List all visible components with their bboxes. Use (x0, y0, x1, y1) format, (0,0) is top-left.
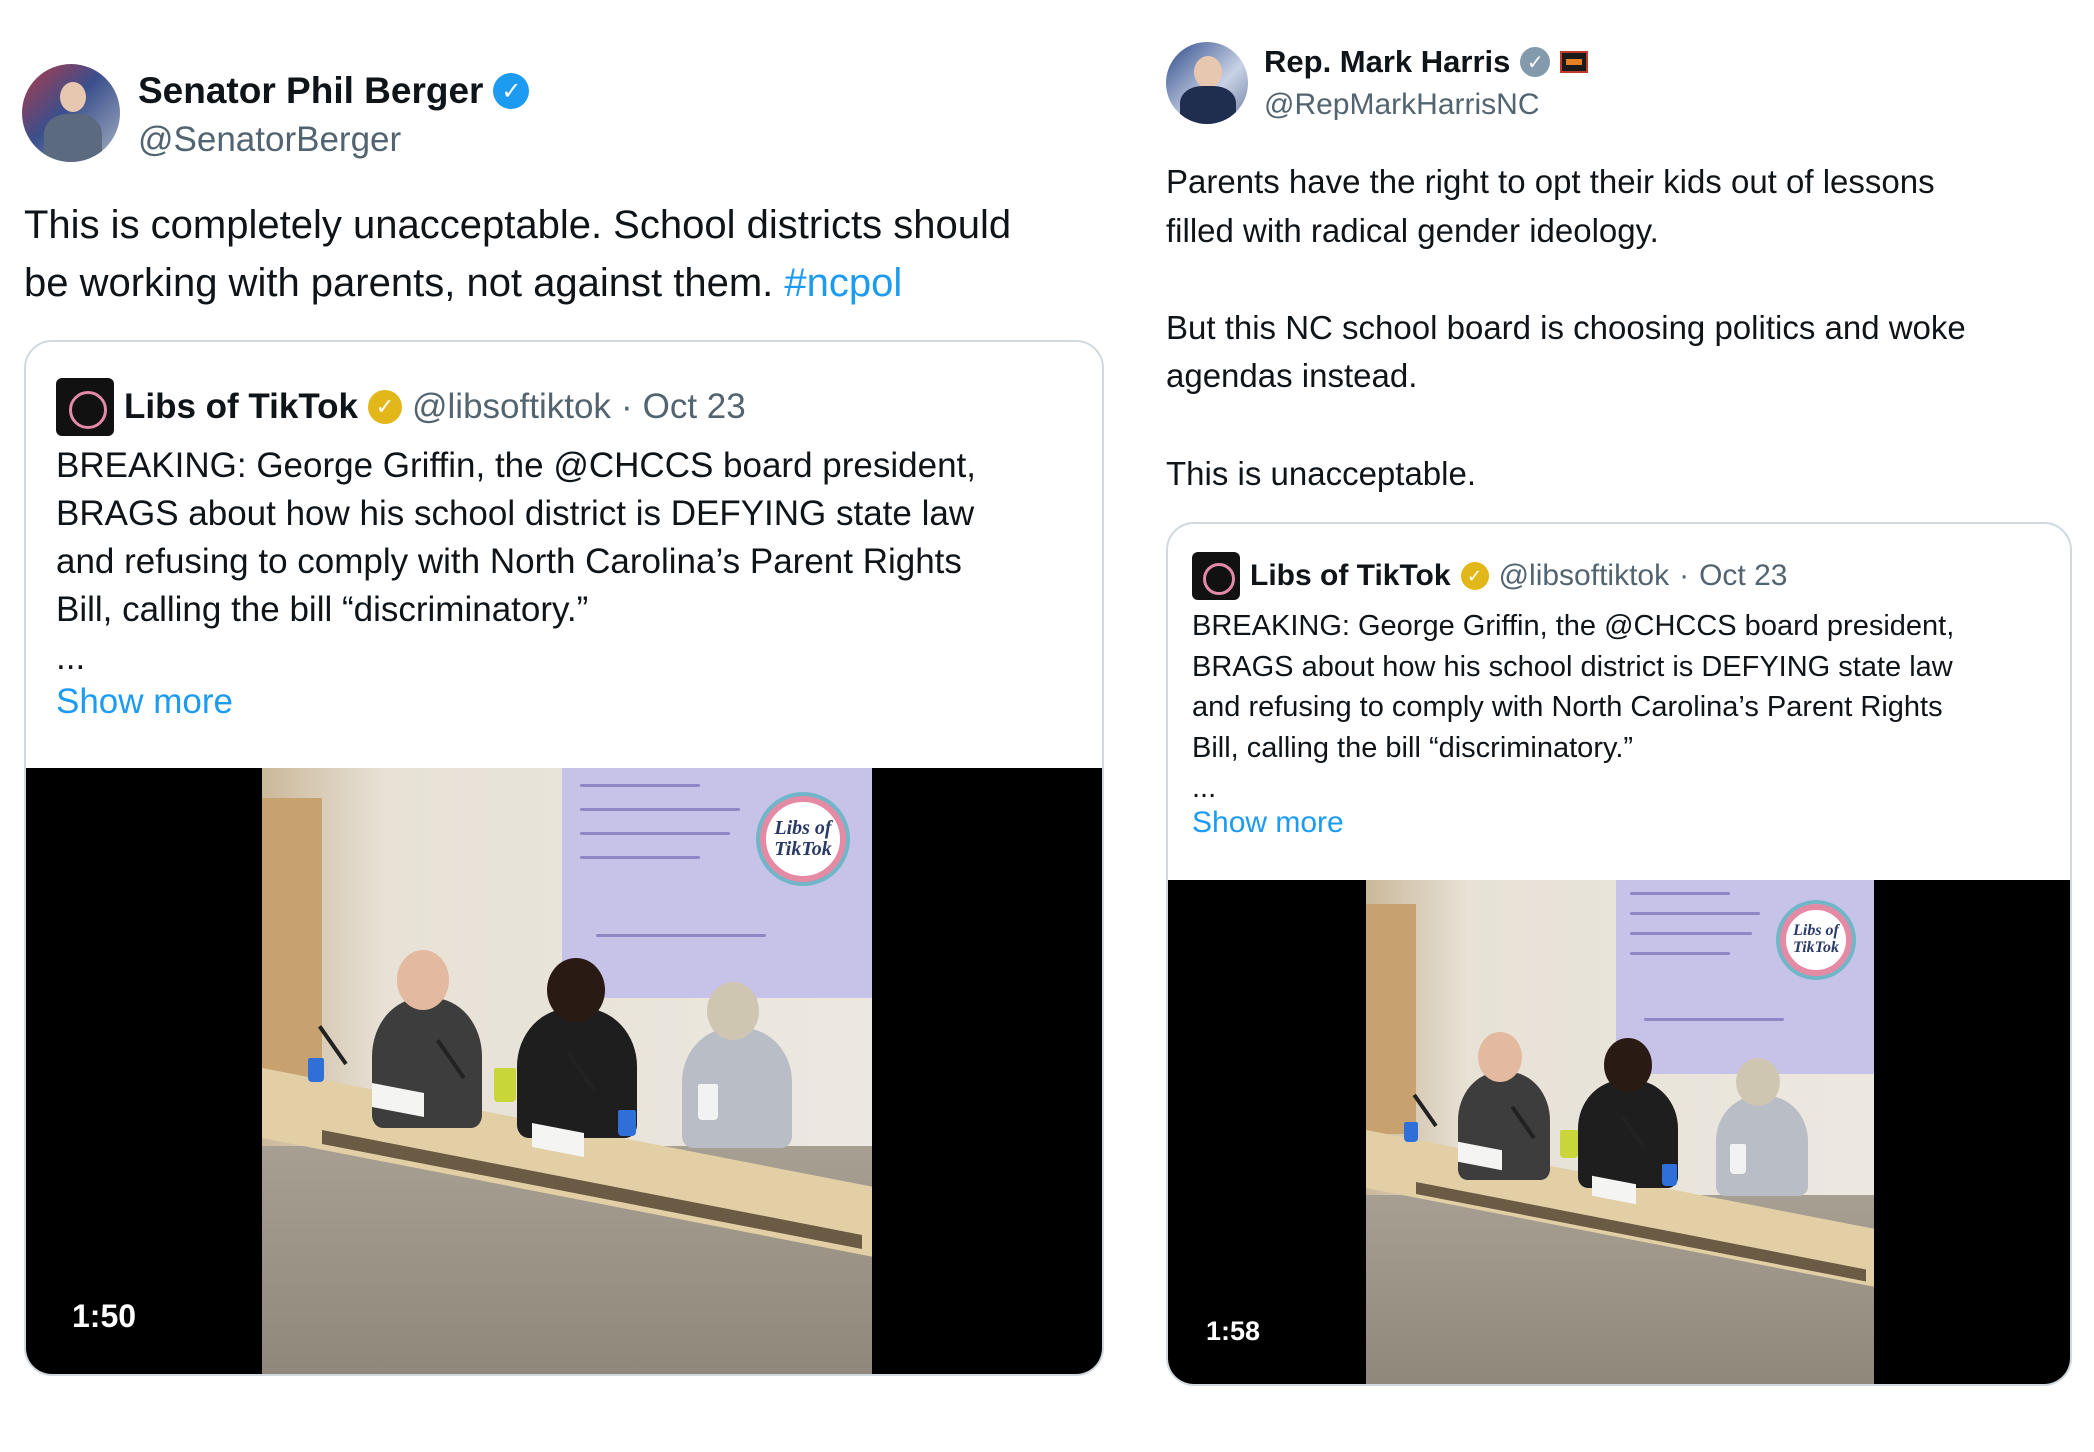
video-player[interactable]: Libs of TikTok 1:50 (26, 768, 1102, 1374)
watermark-logo-text: Libs of TikTok (1793, 922, 1839, 956)
hashtag-link[interactable]: #ncpol (784, 261, 902, 305)
verified-gold-badge-icon: ✓ (368, 390, 402, 424)
tweet-text: Parents have the right to opt their kids… (1166, 163, 1966, 492)
quote-avatar[interactable] (1192, 552, 1240, 600)
tweet-text: This is completely unacceptable. School … (24, 196, 1124, 312)
quote-separator: · (620, 387, 633, 426)
flag-icon (1560, 51, 1589, 73)
tweet-author-row: Senator Phil Berger ✓ @SenatorBerger (22, 64, 530, 162)
author-display-name[interactable]: Senator Phil Berger (138, 70, 483, 112)
quote-author-name[interactable]: Libs of TikTok (1250, 559, 1451, 593)
video-duration: 1:58 (1206, 1316, 1261, 1346)
quote-date[interactable]: Oct 23 (643, 387, 746, 427)
quote-separator: · (1679, 559, 1690, 592)
quote-text: BREAKING: George Griffin, the @CHCCS boa… (56, 446, 976, 677)
author-name-block: Rep. Mark Harris ✓ @RepMarkHarrisNC (1264, 44, 1589, 122)
quote-tweet-card[interactable]: Libs of TikTok ✓ @libsoftiktok · Oct 23 … (1166, 522, 2072, 1386)
tiktok-logo-watermark: Libs of TikTok (760, 796, 846, 882)
video-player[interactable]: Libs of TikTok 1:58 (1168, 880, 2070, 1384)
avatar[interactable] (1166, 42, 1248, 124)
quote-header: Libs of TikTok ✓ @libsoftiktok · Oct 23 (1192, 552, 1787, 600)
quote-author-handle[interactable]: @libsoftiktok (1499, 559, 1670, 593)
show-more-link[interactable]: Show more (1192, 806, 1344, 840)
quote-author-handle[interactable]: @libsoftiktok (412, 387, 611, 427)
video-frame: Libs of TikTok (262, 768, 872, 1374)
author-handle[interactable]: @SenatorBerger (138, 120, 529, 160)
show-more-link[interactable]: Show more (56, 682, 233, 722)
tiktok-logo-watermark: Libs of TikTok (1780, 904, 1852, 976)
author-handle[interactable]: @RepMarkHarrisNC (1264, 88, 1588, 122)
tweet-author-row: Rep. Mark Harris ✓ @RepMarkHarrisNC (1166, 42, 1589, 124)
quote-avatar[interactable] (56, 378, 114, 436)
quote-author-name[interactable]: Libs of TikTok (124, 387, 358, 427)
verified-gray-badge-icon: ✓ (1520, 47, 1551, 77)
avatar[interactable] (22, 64, 120, 162)
tweet-rep-harris[interactable]: Rep. Mark Harris ✓ @RepMarkHarrisNC Pare… (1160, 0, 2094, 1452)
video-duration: 1:50 (72, 1298, 137, 1334)
verified-badge-icon: ✓ (493, 73, 530, 109)
tweet-senator-berger[interactable]: Senator Phil Berger ✓ @SenatorBerger Thi… (0, 0, 1140, 1452)
author-display-name[interactable]: Rep. Mark Harris (1264, 44, 1510, 80)
author-name-block: Senator Phil Berger ✓ @SenatorBerger (138, 70, 530, 160)
quote-text: BREAKING: George Griffin, the @CHCCS boa… (1192, 610, 1955, 804)
quote-date[interactable]: Oct 23 (1699, 559, 1787, 593)
video-frame: Libs of TikTok (1366, 880, 1874, 1384)
quote-tweet-card[interactable]: Libs of TikTok ✓ @libsoftiktok · Oct 23 … (24, 340, 1104, 1376)
verified-gold-badge-icon: ✓ (1460, 562, 1489, 590)
quote-header: Libs of TikTok ✓ @libsoftiktok · Oct 23 (56, 378, 746, 436)
watermark-logo-text: Libs of TikTok (774, 817, 832, 860)
